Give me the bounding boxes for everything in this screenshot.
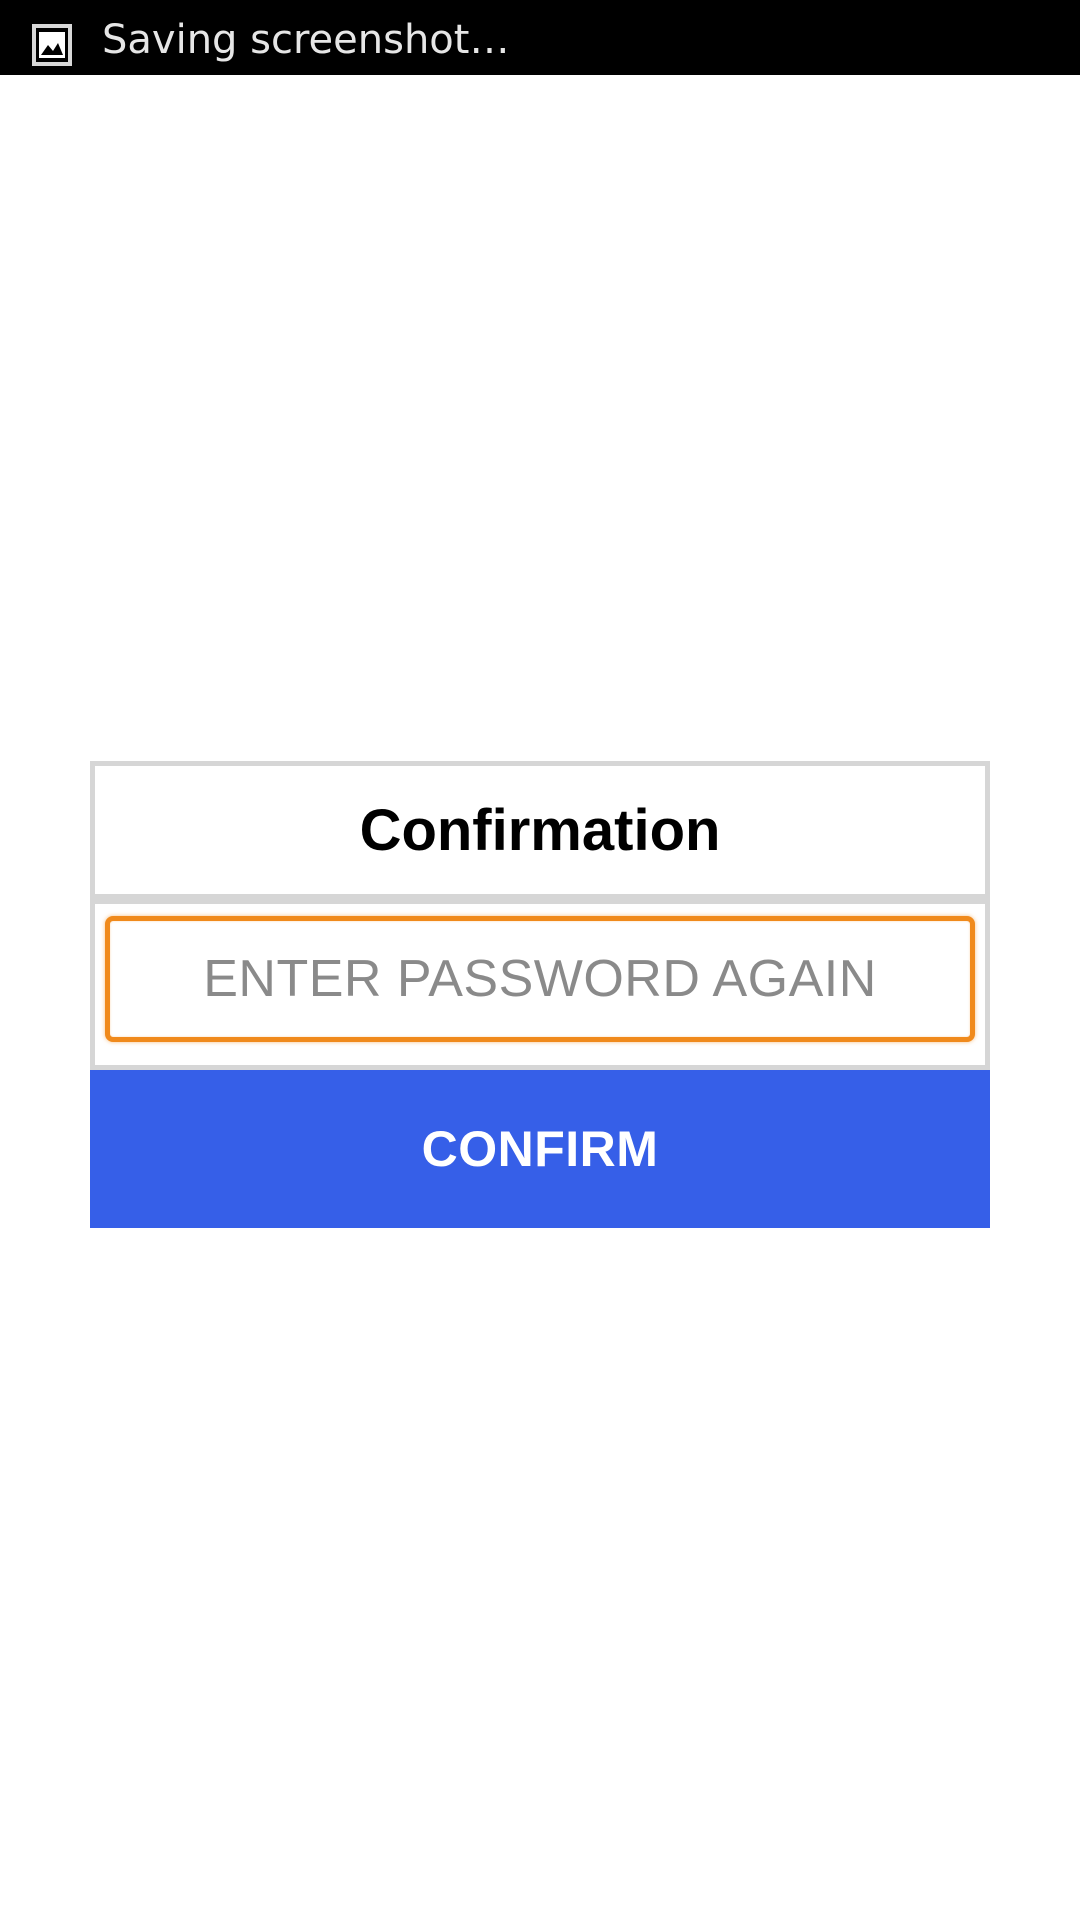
- status-bar: Saving screenshot…: [0, 0, 1080, 75]
- notification-text: Saving screenshot…: [102, 17, 510, 63]
- dialog-body: [90, 898, 990, 1070]
- password-confirm-input[interactable]: [105, 916, 975, 1042]
- dialog-title: Confirmation: [359, 797, 721, 863]
- dialog-header: Confirmation: [90, 761, 990, 899]
- image-icon: [32, 24, 72, 66]
- confirm-button[interactable]: CONFIRM: [90, 1070, 990, 1228]
- confirmation-dialog: Confirmation CONFIRM: [90, 761, 990, 1228]
- confirm-button-label: CONFIRM: [421, 1121, 659, 1177]
